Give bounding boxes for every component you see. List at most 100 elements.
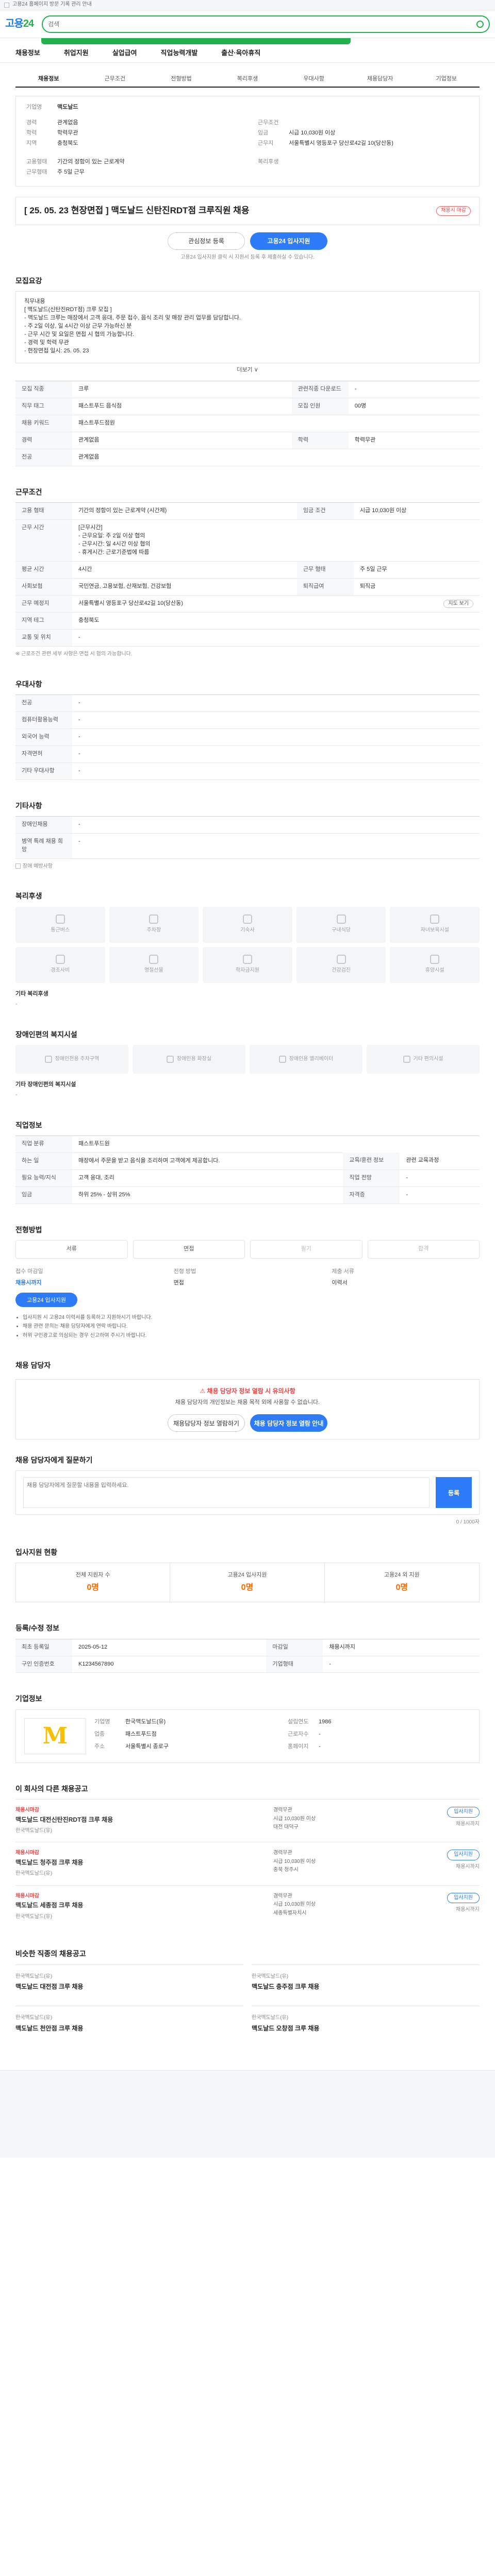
table-row: 사회보험 국민연금, 고용보험, 산재보험, 건강보험 퇴직급여 퇴직금 — [15, 578, 480, 596]
job-card[interactable]: 채용시마감 맥도날드 청주점 크루 채용 한국맥도날드(유) 경력무관 시급 10,03… — [15, 1842, 480, 1885]
table-key: 전공 — [15, 694, 72, 713]
tab[interactable]: 복리후생 — [214, 75, 281, 83]
welfare-label: 주차장 — [146, 927, 161, 934]
search-input[interactable] — [48, 20, 472, 28]
company-row: 홈페이지 - — [288, 1743, 471, 1754]
process-steps: 서류 면접 필기 합격 — [15, 1240, 480, 1259]
table-row: 모집 직종 크루 관련직종 다운로드 - — [15, 381, 480, 399]
nav-item[interactable]: 취업지원 — [64, 48, 89, 58]
nav-item[interactable]: 출산·육아휴직 — [221, 48, 260, 58]
table-row: 구인 인증번호 K1234567890 기업형태 - — [15, 1656, 480, 1673]
table-key: 구인 인증번호 — [15, 1656, 72, 1673]
job-card[interactable]: 채용시마감 맥도날드 대전신탄진RDT점 크루 채용 한국맥도날드(유) 경력무관 시급… — [15, 1799, 480, 1842]
job-title[interactable]: 맥도날드 청주점 크루 채용 — [15, 1858, 263, 1867]
summary-key: 근무지 — [258, 140, 274, 146]
table-key: 필요 능력/지식 — [15, 1170, 72, 1187]
job-apply-button[interactable]: 입사지원 — [447, 1892, 480, 1904]
apply-stats: 전체 지원자 수 0명 고용24 입사지원 0명 고용24 외 지원 0명 — [15, 1563, 480, 1603]
accessibility-icon — [403, 1055, 410, 1063]
process-note: 채용 관련 문의는 채용 담당자에게 연락 바랍니다. — [23, 1323, 480, 1331]
view-contact-button[interactable]: 채용담당자 정보 열람하기 — [168, 1414, 245, 1432]
welfare-icon — [336, 955, 346, 964]
related-job[interactable]: 한국맥도날드(유) 맥도날드 충주점 크루 채용 — [252, 1964, 480, 1998]
checkbox-icon[interactable] — [15, 863, 21, 869]
table-key: 자격증 — [343, 1187, 400, 1204]
accessibility-icon — [166, 1055, 174, 1063]
job-meta: 경력무관 — [273, 1893, 292, 1899]
related-job[interactable]: 한국맥도날드(유) 맥도날드 대전점 크루 채용 — [15, 1964, 243, 1998]
related-job[interactable]: 한국맥도날드(유) 맥도날드 오창점 크루 채용 — [252, 2006, 480, 2039]
related-title[interactable]: 맥도날드 충주점 크루 채용 — [252, 1982, 480, 1991]
tab[interactable]: 근무조건 — [82, 75, 148, 83]
conditions-note: ※ 근로조건 관련 세부 사항은 면접 시 협의 가능합니다. — [15, 651, 133, 657]
summary-row: 학력 학력무관 — [26, 129, 237, 140]
related-org: 한국맥도날드(유) — [15, 1973, 53, 1979]
table-key: 임금 — [15, 1187, 72, 1204]
welfare-icon — [430, 955, 440, 964]
table-value: - — [348, 381, 480, 399]
apply-button[interactable]: 고용24 입사지원 — [250, 232, 327, 250]
summary-row: 근무지 서울특별시 영등포구 당산로42길 10(당산동) — [258, 140, 469, 150]
table-key: 근무 시간 — [15, 519, 72, 562]
table-key: 관련직종 다운로드 — [291, 381, 349, 399]
summary-key: 고용형태 — [26, 159, 47, 165]
disability-label: 장애인용 화장실 — [176, 1056, 212, 1062]
section-title: 우대사항 — [15, 680, 42, 688]
map-button[interactable]: 지도 보기 — [443, 599, 473, 608]
question-input[interactable] — [23, 1477, 430, 1509]
section-title: 이 회사의 다른 채용공고 — [15, 1784, 88, 1793]
table-row: 자격면허 - — [15, 745, 480, 763]
table-value: - — [72, 728, 480, 746]
table-key: 직업 분류 — [15, 1136, 72, 1153]
job-deadline: 채용시까지 — [456, 1863, 480, 1870]
apply-caption: 고용24 입사지원 클릭 시 지원서 등록 후 제출하실 수 있습니다. — [180, 254, 315, 260]
company-value: 패스트푸드점 — [125, 1731, 157, 1737]
question-counter: 0 / 1000자 — [456, 1519, 480, 1526]
tab[interactable]: 기업정보 — [413, 75, 480, 83]
job-title: [ 25. 05. 23 현장면접 ] 맥도날드 신탄진RDT점 크루직원 채용 — [24, 206, 250, 215]
related-title[interactable]: 맥도날드 대전점 크루 채용 — [15, 1982, 243, 1991]
interest-button[interactable]: 관심정보 등록 — [168, 232, 245, 250]
checkbox-icon[interactable] — [4, 2, 9, 8]
tab[interactable]: 채용담당자 — [347, 75, 414, 83]
site-logo[interactable]: 고용24 — [5, 16, 34, 31]
question-submit-button[interactable]: 등록 — [436, 1477, 472, 1509]
contact-info-button[interactable]: 채용 담당자 정보 열람 안내 — [250, 1414, 327, 1432]
table-key: 교통 및 위치 — [15, 629, 72, 647]
tab[interactable]: 전형방법 — [148, 75, 214, 83]
welfare-icon — [336, 914, 346, 924]
job-title[interactable]: 맥도날드 세종점 크루 채용 — [15, 1901, 263, 1910]
more-link[interactable]: 더보기 ∨ — [15, 366, 480, 375]
table-value: 충청북도 — [72, 612, 480, 630]
job-apply-button[interactable]: 입사지원 — [447, 1807, 480, 1818]
stat-item: 고용24 입사지원 0명 — [170, 1563, 325, 1602]
table-key: 하는 일 — [15, 1153, 72, 1170]
job-meta: 경력무관 — [273, 1850, 292, 1856]
nav-item[interactable]: 직업능력개발 — [161, 48, 198, 58]
check-label[interactable]: 장애 예방사항 — [15, 863, 480, 871]
table-key: 퇴직급여 — [296, 578, 354, 596]
related-title[interactable]: 맥도날드 오창점 크루 채용 — [252, 2024, 480, 2033]
status-badge: 채용시 마감 — [436, 206, 471, 216]
table-key: 장애인채용 — [15, 816, 72, 834]
table-key: 외국어 능력 — [15, 728, 72, 746]
job-meta: 시급 10,030원 이상 — [273, 1858, 316, 1865]
related-title[interactable]: 맥도날드 천안점 크루 채용 — [15, 2024, 243, 2033]
disability-item: 장애인용 화장실 — [133, 1044, 245, 1074]
table-row: 병역 특례 채용 희망 - — [15, 833, 480, 859]
related-job[interactable]: 한국맥도날드(유) 맥도날드 천안점 크루 채용 — [15, 2006, 243, 2039]
search-icon[interactable] — [476, 20, 484, 28]
section-title: 모집요강 — [15, 277, 42, 285]
job-card[interactable]: 채용시마감 맥도날드 세종점 크루 채용 한국맥도날드(유) 경력무관 시급 10,03… — [15, 1885, 480, 1928]
job-title[interactable]: 맥도날드 대전신탄진RDT점 크루 채용 — [15, 1816, 263, 1824]
summary-value: 기간의 정함이 있는 근로계약 — [57, 159, 125, 165]
accessibility-icon — [278, 1055, 286, 1063]
welfare-icon — [430, 914, 440, 924]
process-apply-button[interactable]: 고용24 입사지원 — [15, 1292, 77, 1307]
nav-item[interactable]: 채용정보 — [15, 48, 40, 58]
job-apply-button[interactable]: 입사지원 — [447, 1850, 480, 1860]
nav-item[interactable]: 실업급여 — [112, 48, 137, 58]
tab[interactable]: 채용정보 — [15, 75, 82, 83]
related-org: 한국맥도날드(유) — [252, 2015, 289, 2021]
tab[interactable]: 우대사항 — [280, 75, 347, 83]
